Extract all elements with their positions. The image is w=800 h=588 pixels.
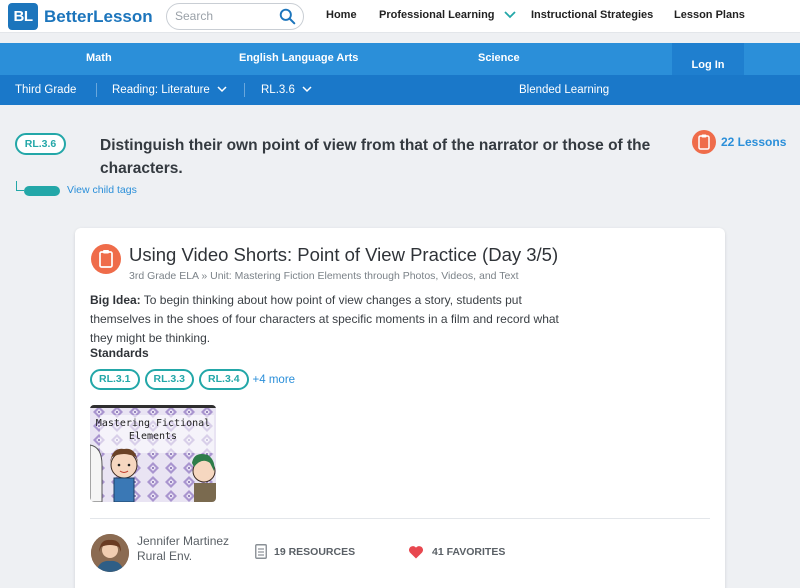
child-tag-pill[interactable] xyxy=(24,186,60,196)
thumbnail-caption-line: Elements xyxy=(128,431,178,442)
grade-strand-dropdown[interactable]: Reading: Literature xyxy=(112,84,227,96)
lesson-subtitle: 3rd Grade ELA » Unit: Mastering Fiction … xyxy=(129,270,519,282)
lesson-thumbnail[interactable]: Mastering Fictional Elements xyxy=(90,405,216,502)
standard-tag[interactable]: RL.3.3 xyxy=(144,369,195,390)
brand-name: BetterLesson xyxy=(44,6,153,26)
favorites-count[interactable]: 41 FAVORITES xyxy=(432,546,505,558)
chevron-down-icon xyxy=(503,11,516,19)
chevron-down-icon xyxy=(302,86,312,93)
lesson-card: Using Video Shorts: Point of View Practi… xyxy=(75,228,725,588)
nav-professional-learning[interactable]: Professional Learning xyxy=(379,9,516,21)
thumbnail-caption: Mastering Fictional Elements xyxy=(94,417,212,443)
nav-instructional-strategies[interactable]: Instructional Strategies xyxy=(531,9,653,21)
search-input[interactable] xyxy=(175,9,275,23)
standard-title: Distinguish their own point of view from… xyxy=(100,137,651,177)
standard-code-pill[interactable]: RL.3.6 xyxy=(15,133,66,155)
lessons-count-link[interactable]: 22 Lessons xyxy=(721,135,786,149)
document-icon xyxy=(255,544,267,559)
big-idea: Big Idea: To begin thinking about how po… xyxy=(90,291,565,348)
grade-blended-learning[interactable]: Blended Learning xyxy=(519,84,609,96)
search-icon[interactable] xyxy=(279,8,296,25)
lesson-title[interactable]: Using Video Shorts: Point of View Practi… xyxy=(129,244,558,266)
thumbnail-caption-line: Mastering Fictional xyxy=(95,418,211,429)
grade-divider xyxy=(244,83,245,97)
grade-divider xyxy=(96,83,97,97)
grade-bar: Third Grade Reading: Literature RL.3.6 B… xyxy=(0,75,800,105)
standards-label: Standards xyxy=(90,346,149,360)
clipboard-icon xyxy=(91,244,121,274)
view-child-tags-link[interactable]: View child tags xyxy=(67,184,137,196)
card-divider xyxy=(90,518,710,519)
subject-math[interactable]: Math xyxy=(86,52,112,64)
subject-science[interactable]: Science xyxy=(478,52,520,64)
grade-strand-label: Reading: Literature xyxy=(112,84,210,96)
author-info: Jennifer Martinez Rural Env. xyxy=(137,534,229,564)
tree-connector xyxy=(16,181,24,191)
nav-home[interactable]: Home xyxy=(326,9,357,21)
brand-logo[interactable]: BL BetterLesson xyxy=(8,3,153,30)
search-box xyxy=(166,3,304,30)
top-header: BL BetterLesson Home Professional Learni… xyxy=(0,0,800,33)
more-standards-link[interactable]: +4 more xyxy=(253,374,296,386)
big-idea-text: To begin thinking about how point of vie… xyxy=(90,293,559,345)
resources-count[interactable]: 19 RESOURCES xyxy=(274,546,355,558)
grade-standard-label: RL.3.6 xyxy=(261,84,295,96)
author-school: Rural Env. xyxy=(137,549,193,563)
clipboard-icon xyxy=(692,130,716,154)
standard-tag[interactable]: RL.3.1 xyxy=(90,369,140,390)
big-idea-label: Big Idea: xyxy=(90,293,141,307)
brand-badge: BL xyxy=(8,3,38,30)
nav-lesson-plans[interactable]: Lesson Plans xyxy=(674,9,745,21)
grade-standard-dropdown[interactable]: RL.3.6 xyxy=(261,84,312,96)
nav-professional-learning-label: Professional Learning xyxy=(379,9,495,21)
standard-tag[interactable]: RL.3.4 xyxy=(199,369,249,390)
author-name[interactable]: Jennifer Martinez xyxy=(137,534,229,549)
subject-ela[interactable]: English Language Arts xyxy=(239,52,358,64)
grade-third-grade[interactable]: Third Grade xyxy=(15,84,76,96)
chevron-down-icon xyxy=(217,86,227,93)
standards-tags: RL.3.1 RL.3.3 RL.3.4 +4 more xyxy=(90,369,295,390)
avatar[interactable] xyxy=(91,534,129,572)
heart-icon[interactable] xyxy=(408,545,424,559)
